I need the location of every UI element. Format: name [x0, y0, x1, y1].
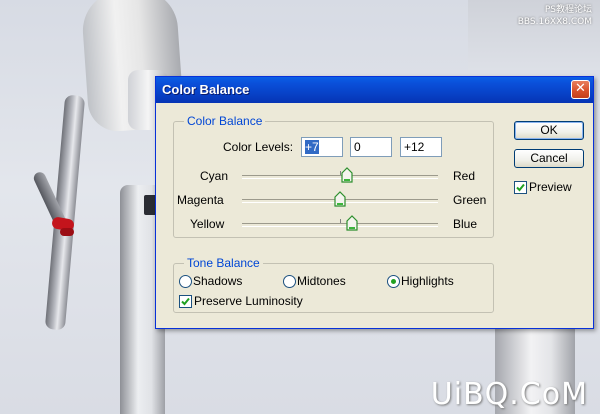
- color-level-2-input[interactable]: 0: [350, 137, 392, 157]
- radio-selected-dot: [391, 279, 396, 284]
- close-icon: ✕: [575, 81, 586, 96]
- slider-blue-label: Blue: [453, 217, 478, 231]
- radio-midtones[interactable]: [283, 275, 296, 288]
- color-level-3-value: +12: [404, 140, 425, 154]
- preview-checkbox[interactable]: [514, 181, 527, 194]
- checkmark-icon: [181, 297, 190, 306]
- slider-thumb-icon[interactable]: [341, 167, 353, 183]
- dialog-titlebar[interactable]: Color Balance ✕: [156, 77, 593, 103]
- watermark-top-line1: PS教程论坛: [544, 5, 592, 15]
- color-levels-label: Color Levels:: [223, 140, 294, 154]
- radio-highlights-label[interactable]: Highlights: [401, 274, 454, 288]
- preserve-luminosity-checkbox[interactable]: [179, 295, 192, 308]
- preview-label[interactable]: Preview: [529, 180, 572, 194]
- radio-highlights[interactable]: [387, 275, 400, 288]
- watermark-top-line2: BBS.16XX8.COM: [517, 17, 592, 27]
- cancel-button[interactable]: Cancel: [514, 149, 584, 168]
- slider-thumb-icon[interactable]: [334, 191, 346, 207]
- color-balance-group-title: Color Balance: [184, 114, 266, 128]
- slider-red-label: Red: [453, 169, 476, 183]
- slider-yellow-label: Yellow: [190, 217, 225, 231]
- color-level-2-value: 0: [354, 140, 361, 154]
- ok-button[interactable]: OK: [514, 121, 584, 140]
- radio-shadows-label[interactable]: Shadows: [193, 274, 242, 288]
- preserve-luminosity-label[interactable]: Preserve Luminosity: [194, 294, 303, 308]
- radio-shadows[interactable]: [179, 275, 192, 288]
- slider-green-label: Green: [453, 193, 487, 207]
- radio-midtones-label[interactable]: Midtones: [297, 274, 346, 288]
- color-level-1-value: +7: [305, 140, 319, 154]
- slider-center-tick: [340, 219, 341, 223]
- watermark-top: PS教程论坛 BBS.16XX8.COM: [518, 4, 592, 28]
- slider-cyan-label: Cyan: [200, 169, 229, 183]
- close-button[interactable]: ✕: [571, 80, 590, 99]
- color-level-1-input[interactable]: +7: [301, 137, 343, 157]
- slider-thumb-icon[interactable]: [346, 215, 358, 231]
- slider-magenta-label: Magenta: [177, 193, 224, 207]
- watermark-bottom: UiBQ.CoM: [430, 377, 588, 412]
- slider-yellow-blue-track[interactable]: [242, 219, 438, 227]
- dialog-title: Color Balance: [162, 82, 250, 97]
- color-balance-dialog: Color Balance ✕ Color Balance Color Leve…: [155, 76, 594, 329]
- color-level-3-input[interactable]: +12: [400, 137, 442, 157]
- checkmark-icon: [516, 183, 525, 192]
- background-red-ribbon-knot: [60, 228, 74, 236]
- tone-balance-group-title: Tone Balance: [184, 256, 263, 270]
